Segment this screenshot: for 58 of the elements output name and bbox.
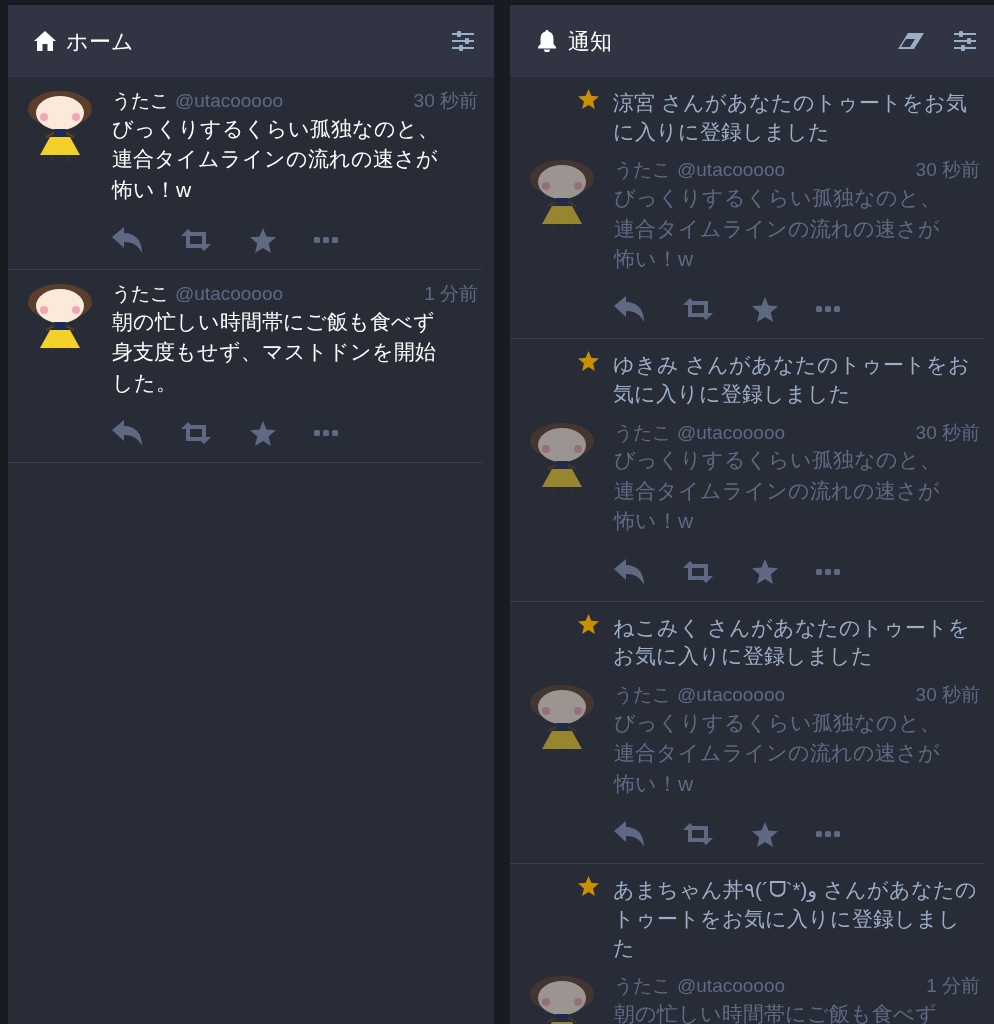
reply-icon[interactable] — [614, 296, 644, 323]
timestamp: 30 秒前 — [915, 158, 980, 183]
boost-icon[interactable] — [180, 229, 212, 251]
reply-icon[interactable] — [614, 821, 644, 848]
notification-text: ねこみく さんがあなたのトゥートをお気に入りに登録しました — [613, 614, 971, 670]
star-icon[interactable] — [250, 420, 276, 446]
star-icon — [578, 351, 599, 372]
display-name: うたこ — [614, 158, 671, 183]
more-icon[interactable] — [816, 830, 840, 839]
status-text: 朝の忙しい時間帯にご飯も食べず身支度もせず、マストドンを開始した。 — [112, 308, 437, 396]
account-handle: @utacooooo — [175, 282, 284, 306]
timestamp: 30 秒前 — [915, 683, 980, 708]
timestamp: 30 秒前 — [413, 89, 478, 113]
star-icon — [578, 89, 599, 109]
settings-icon[interactable] — [452, 31, 474, 51]
reply-icon[interactable] — [112, 420, 142, 446]
boost-icon[interactable] — [682, 560, 714, 583]
status-text: びっくりするくらい孤独なのと、連合タイムラインの流れの速さが怖い！w — [614, 447, 942, 535]
timestamp: 1 分前 — [424, 282, 478, 306]
notification-text: あまちゃん丼٩(´ᗜ`*)و さんがあなたのトゥートをお気に入りに登録しました — [613, 877, 978, 961]
settings-icon[interactable] — [954, 31, 976, 51]
status-text: びっくりするくらい孤独なのと、連合タイムラインの流れの速さが怖い！w — [614, 709, 942, 797]
display-name: うたこ — [614, 420, 671, 445]
account-handle: @utacooooo — [677, 158, 786, 183]
status-text: びっくりするくらい孤独なのと、連合タイムラインの流れの速さが怖い！w — [614, 185, 942, 272]
more-icon[interactable] — [816, 305, 840, 314]
account-handle: @utacooooo — [677, 974, 786, 999]
display-name: うたこ — [614, 974, 671, 999]
star-icon — [578, 876, 599, 897]
boost-icon[interactable] — [682, 298, 714, 321]
star-icon[interactable] — [752, 559, 778, 585]
notification-text: ゆきみ さんがあなたのトゥートをお気に入りに登録しました — [613, 352, 971, 408]
column-title: 通知 — [568, 27, 612, 56]
star-icon[interactable] — [752, 296, 778, 322]
reply-icon[interactable] — [112, 227, 142, 253]
boost-icon[interactable] — [682, 823, 714, 846]
timestamp: 1 分前 — [926, 974, 980, 999]
timestamp: 30 秒前 — [915, 420, 980, 445]
column-title: ホーム — [66, 27, 134, 56]
more-icon[interactable] — [816, 567, 840, 576]
more-icon[interactable] — [314, 236, 338, 244]
display-name: うたこ — [112, 282, 169, 306]
more-icon[interactable] — [314, 429, 338, 437]
star-icon — [578, 613, 599, 634]
display-name: うたこ — [112, 89, 169, 113]
account-handle: @utacooooo — [677, 683, 786, 708]
display-name: うたこ — [614, 683, 671, 708]
notification-text: 涼宮 さんがあなたのトゥートをお気に入りに登録しました — [613, 90, 968, 145]
star-icon[interactable] — [752, 821, 778, 847]
account-handle: @utacooooo — [175, 89, 284, 113]
reply-icon[interactable] — [614, 558, 644, 585]
account-handle: @utacooooo — [677, 420, 786, 445]
bell-icon — [536, 30, 558, 52]
eraser-icon[interactable] — [898, 33, 924, 49]
star-icon[interactable] — [250, 227, 276, 253]
status-text: びっくりするくらい孤独なのと、連合タイムラインの流れの速さが怖い！w — [112, 115, 440, 203]
boost-icon[interactable] — [180, 422, 212, 444]
home-icon — [34, 31, 56, 51]
